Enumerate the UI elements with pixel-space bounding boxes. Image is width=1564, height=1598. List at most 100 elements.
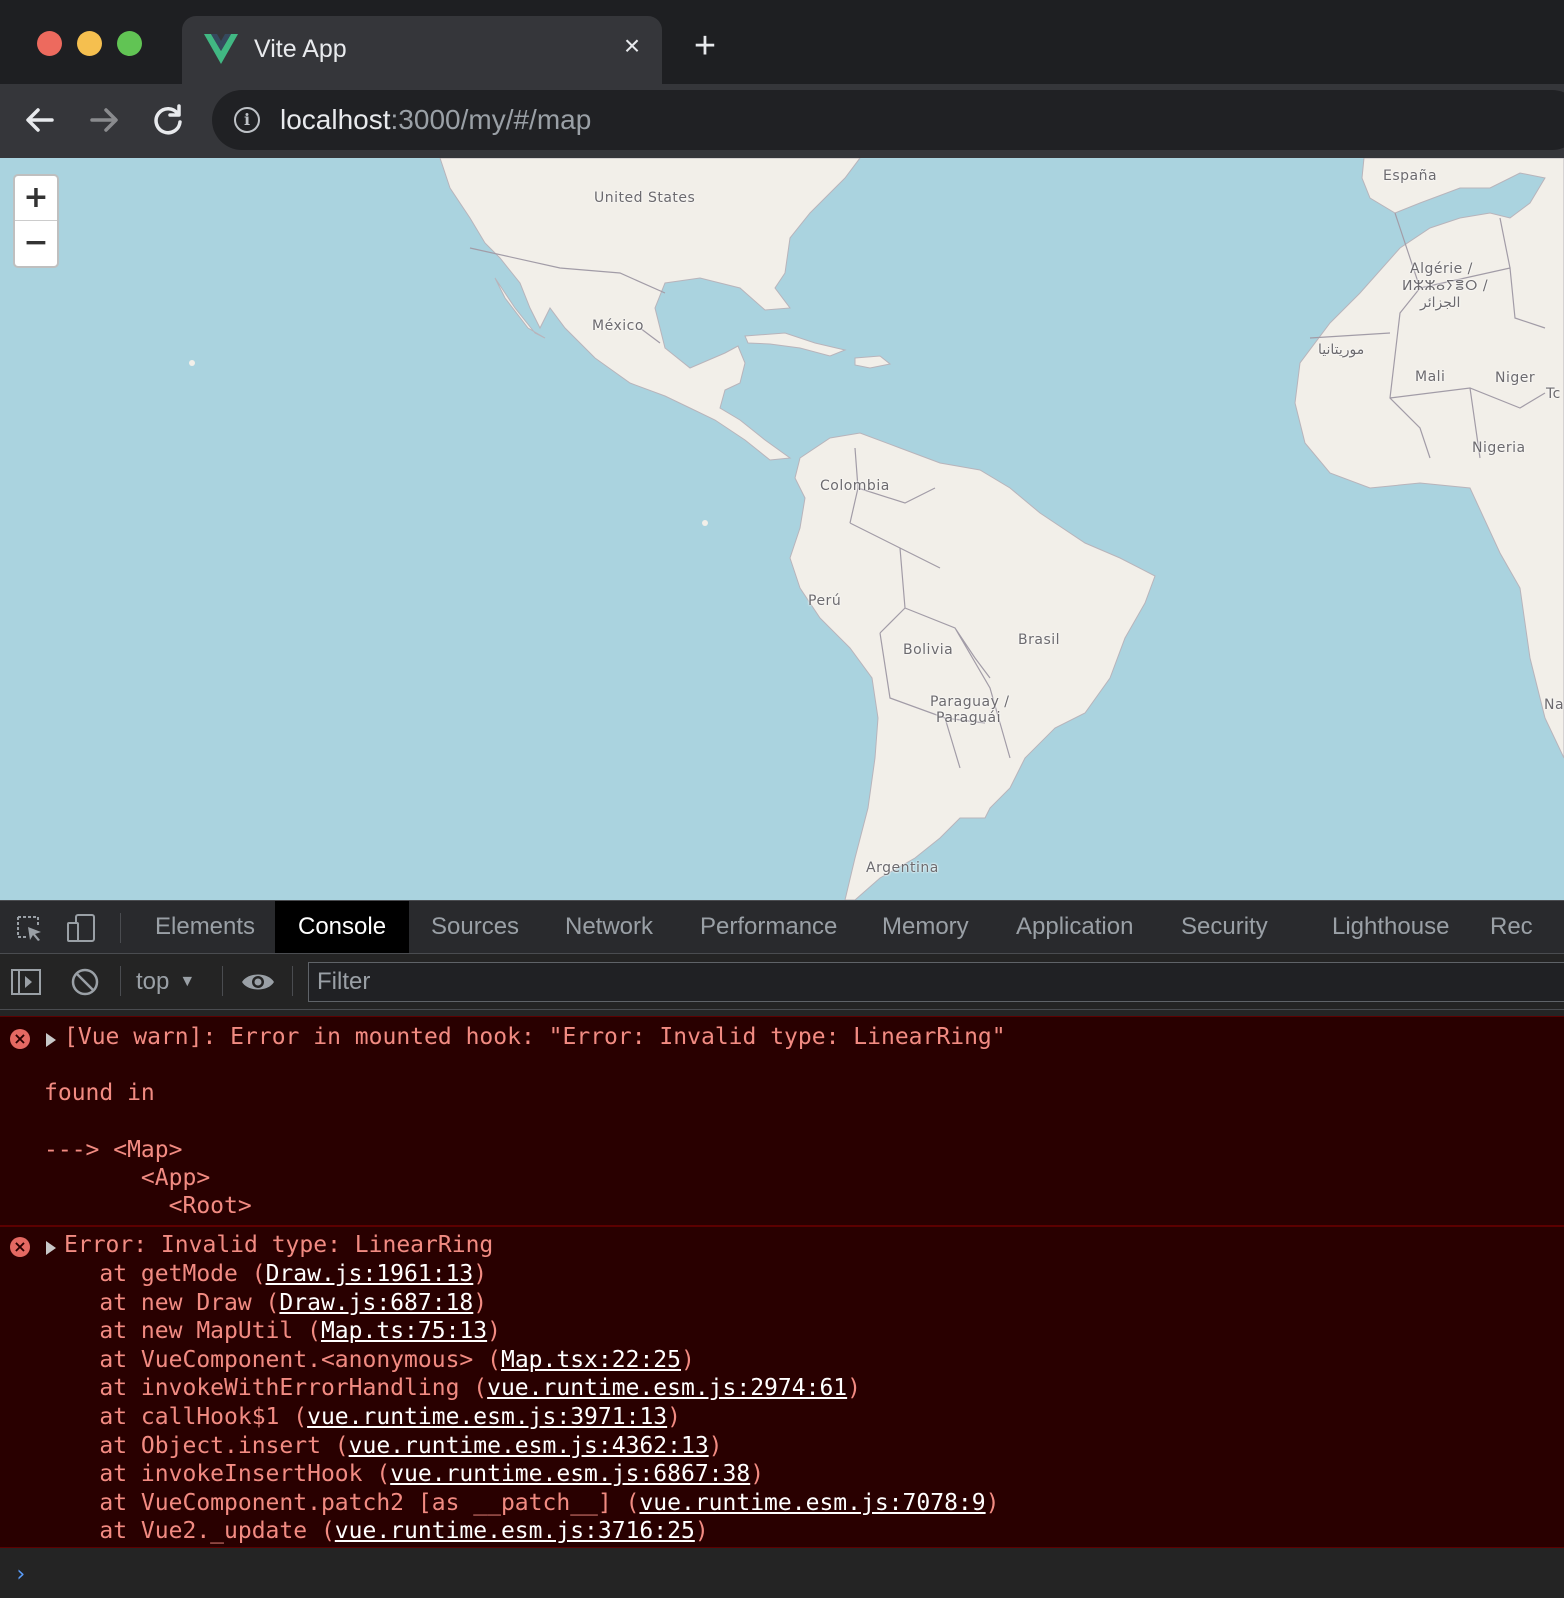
new-tab-button[interactable]: + xyxy=(688,27,722,65)
window-close-button[interactable] xyxy=(37,31,62,56)
prompt-chevron-icon: › xyxy=(14,1562,28,1587)
stack-frame-suffix: ) xyxy=(473,1289,488,1316)
devtools-panel: Elements Console Sources Network Performance… xyxy=(0,900,1564,1598)
stack-frame-suffix: ) xyxy=(985,1489,1000,1516)
browser-tab[interactable]: Vite App × xyxy=(182,16,662,84)
stack-frame-suffix: ) xyxy=(473,1261,488,1287)
map-label-mauritania: موريتانيا xyxy=(1318,342,1365,358)
device-toolbar-icon[interactable] xyxy=(66,913,96,943)
window-minimize-button[interactable] xyxy=(77,31,102,56)
tab-application[interactable]: Application xyxy=(993,901,1156,953)
map-label-paraguay: Paraguay / xyxy=(930,694,1010,710)
filter-input[interactable] xyxy=(308,962,1564,1002)
map-label-algerie: Algérie / xyxy=(1410,261,1473,277)
tab-close-icon[interactable]: × xyxy=(616,30,648,62)
stack-frame: at Vue2._update (vue.runtime.esm.js:3716… xyxy=(44,1517,708,1545)
stack-frame-suffix: ) xyxy=(847,1375,861,1402)
inspect-element-icon[interactable] xyxy=(14,913,44,943)
zoom-in-button[interactable]: + xyxy=(15,176,57,221)
expand-triangle-icon[interactable] xyxy=(46,1033,56,1047)
map-label-mexico: México xyxy=(592,318,644,334)
zoom-out-button[interactable]: − xyxy=(15,221,57,266)
expand-triangle-icon[interactable] xyxy=(46,1241,56,1255)
stack-frame-suffix: ) xyxy=(487,1318,501,1345)
source-link[interactable]: vue.runtime.esm.js:6867:38 xyxy=(390,1461,750,1487)
stack-frame-suffix: ) xyxy=(680,1346,695,1373)
tab-console[interactable]: Console xyxy=(275,901,410,953)
stack-frame-function: at callHook$1 ( xyxy=(44,1404,308,1430)
south-america-landmass xyxy=(789,432,1156,900)
tab-lighthouse[interactable]: Lighthouse xyxy=(1309,901,1472,953)
devtools-tab-bar: Elements Console Sources Network Performance… xyxy=(0,900,1564,954)
map-label-espana: España xyxy=(1383,168,1438,184)
map-label-tchad: Tc xyxy=(1546,386,1561,402)
hawaii-island xyxy=(189,360,195,366)
source-link[interactable]: vue.runtime.esm.js:4362:13 xyxy=(349,1433,709,1459)
toolbar-divider xyxy=(120,966,121,996)
source-link[interactable]: Map.tsx:22:25 xyxy=(501,1347,681,1373)
source-link[interactable]: Draw.js:1961:13 xyxy=(266,1261,474,1287)
tab-security[interactable]: Security xyxy=(1158,901,1291,953)
stack-frame-function: at VueComponent.<anonymous> ( xyxy=(44,1346,501,1373)
tab-rec[interactable]: Rec xyxy=(1467,901,1556,953)
context-value: top xyxy=(136,968,170,995)
tab-sources[interactable]: Sources xyxy=(408,901,542,953)
stack-frame: at new Draw (Draw.js:687:18) xyxy=(44,1289,487,1317)
toolbar-divider xyxy=(222,966,223,996)
hispaniola-island xyxy=(854,355,892,369)
window-maximize-button[interactable] xyxy=(117,31,142,56)
error-text: found in xyxy=(44,1080,155,1106)
stack-frame-suffix: ) xyxy=(708,1432,723,1459)
source-link[interactable]: Draw.js:687:18 xyxy=(279,1290,473,1316)
map-label-algerie-arabic: الجزائر xyxy=(1420,295,1461,311)
map-label-colombia: Colombia xyxy=(820,478,890,494)
reload-button[interactable] xyxy=(146,98,190,142)
browser-chrome: Vite App × + i localhost:3000/my/#/map xyxy=(0,0,1564,158)
stack-frame: at new MapUtil (Map.ts:75:13) xyxy=(44,1317,501,1345)
error-text: [Vue warn]: Error in mounted hook: "Erro… xyxy=(64,1024,1006,1050)
reload-icon xyxy=(154,104,182,135)
source-link[interactable]: Map.ts:75:13 xyxy=(321,1318,487,1344)
source-link[interactable]: vue.runtime.esm.js:7078:9 xyxy=(639,1490,985,1516)
stack-frame-function: at new MapUtil ( xyxy=(44,1318,321,1345)
source-link[interactable]: vue.runtime.esm.js:2974:61 xyxy=(487,1375,847,1401)
zoom-control: + − xyxy=(13,174,59,268)
stack-frame-function: at invokeWithErrorHandling ( xyxy=(44,1375,488,1402)
tab-performance[interactable]: Performance xyxy=(677,901,860,953)
clear-console-icon[interactable] xyxy=(70,967,100,997)
stack-frame-function: at Object.insert ( xyxy=(44,1432,349,1459)
context-selector[interactable]: top ▼ xyxy=(136,964,195,1000)
info-icon[interactable]: i xyxy=(234,107,260,133)
tab-memory[interactable]: Memory xyxy=(859,901,992,953)
map-label-argentina: Argentina xyxy=(866,860,939,876)
galapagos-island xyxy=(702,520,708,526)
arrow-left-icon xyxy=(26,108,54,132)
url-path: :3000/my/#/map xyxy=(390,104,592,135)
map-label-namibia: Na xyxy=(1544,697,1564,713)
source-link[interactable]: vue.runtime.esm.js:3971:13 xyxy=(307,1404,667,1430)
forward-button[interactable] xyxy=(82,98,126,142)
stack-frame: at callHook$1 (vue.runtime.esm.js:3971:1… xyxy=(44,1403,681,1431)
tab-network[interactable]: Network xyxy=(542,901,676,953)
map-view[interactable]: + − United States México Colombia Perú B… xyxy=(0,158,1564,900)
map-tiles xyxy=(189,158,1564,900)
arrow-right-icon xyxy=(90,108,118,132)
console-error-message[interactable]: × Error: Invalid type: LinearRing at get… xyxy=(0,1226,1564,1548)
live-expression-eye-icon[interactable] xyxy=(240,969,276,995)
console-error-message[interactable]: × [Vue warn]: Error in mounted hook: "Er… xyxy=(0,1016,1564,1226)
sidebar-toggle-icon[interactable] xyxy=(10,968,42,996)
url-host: localhost xyxy=(280,104,391,135)
stack-frame-function: at new Draw ( xyxy=(44,1289,280,1316)
tab-elements[interactable]: Elements xyxy=(132,901,278,953)
address-bar[interactable]: i localhost:3000/my/#/map xyxy=(212,90,1564,150)
map-label-brasil: Brasil xyxy=(1018,632,1061,648)
stack-frame-suffix: ) xyxy=(750,1461,765,1488)
back-button[interactable] xyxy=(18,98,62,142)
source-link[interactable]: vue.runtime.esm.js:3716:25 xyxy=(335,1518,695,1544)
console-prompt[interactable]: › xyxy=(0,1554,1564,1598)
error-icon: × xyxy=(10,1029,30,1049)
error-text: Error: Invalid type: LinearRing xyxy=(64,1232,494,1258)
caret-down-icon: ▼ xyxy=(179,973,196,990)
cuba-island xyxy=(744,332,847,357)
stack-frame: at invokeInsertHook (vue.runtime.esm.js:… xyxy=(44,1460,764,1488)
